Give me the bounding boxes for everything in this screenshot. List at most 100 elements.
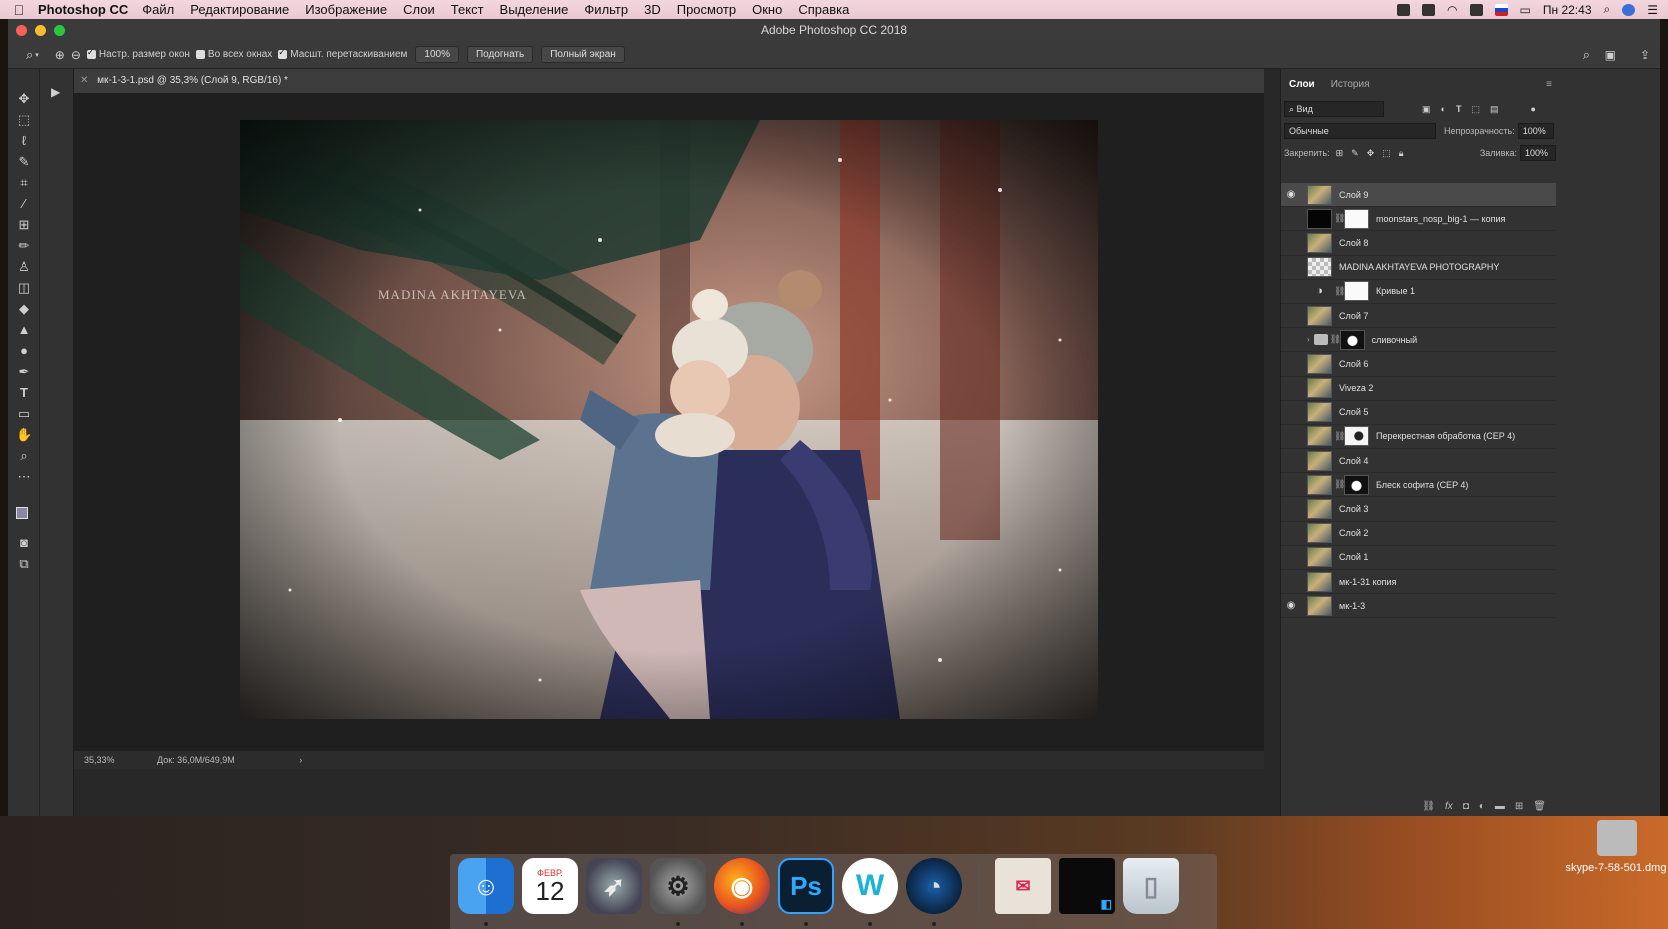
trash-icon[interactable]: 🗑︎: [1533, 801, 1546, 812]
apple-icon[interactable]: : [0, 2, 38, 18]
photo-canvas[interactable]: MADINA AKHTAYEVA: [240, 120, 1098, 719]
fit-windows-checkbox[interactable]: [86, 47, 96, 59]
photoshop-icon[interactable]: Ps: [778, 858, 834, 914]
calendar-icon[interactable]: ФЕВР. 12: [522, 858, 578, 914]
menu-edit[interactable]: Редактирование: [190, 2, 289, 17]
layer-row[interactable]: ⛓ Блеск софита (CEP 4): [1281, 473, 1556, 498]
lock-artboard-icon[interactable]: ⬚: [1382, 148, 1391, 159]
zoom-out-icon[interactable]: ⊖: [71, 48, 81, 62]
lock-transparent-icon[interactable]: ⊞: [1336, 148, 1344, 159]
eraser-tool-icon[interactable]: ◫: [16, 280, 32, 296]
trash-can-icon[interactable]: ▯: [1123, 858, 1179, 914]
launchpad-rocket-icon[interactable]: ➶: [586, 858, 642, 914]
system-preferences-gear-icon[interactable]: ⚙: [650, 858, 706, 914]
layer-row[interactable]: ⛓ Перекрестная обработка (CEP 4): [1281, 425, 1556, 450]
blur-tool-icon[interactable]: ▲: [16, 322, 32, 338]
downloads-stack-icon[interactable]: ✉: [995, 858, 1051, 914]
layer-row[interactable]: мк-1-31 копия: [1281, 570, 1556, 595]
notification-center-icon[interactable]: ☰: [1647, 3, 1658, 17]
share-icon[interactable]: ⇪: [1640, 48, 1650, 62]
visibility-eye-icon[interactable]: ◉: [1281, 600, 1301, 611]
marquee-tool-icon[interactable]: ⬚: [16, 112, 32, 128]
panel-menu-icon[interactable]: ≡: [1546, 79, 1556, 90]
filter-type-icon[interactable]: T: [1456, 104, 1462, 114]
zoom-100-button[interactable]: 100%: [415, 46, 459, 63]
layer-row[interactable]: Слой 6: [1281, 352, 1556, 377]
fill-input[interactable]: 100%: [1520, 145, 1556, 161]
layer-row[interactable]: Слой 7: [1281, 304, 1556, 329]
w-app-icon[interactable]: W: [842, 858, 898, 914]
blend-mode-select[interactable]: Обычные: [1284, 123, 1436, 139]
finder-icon[interactable]: ☺: [458, 858, 514, 914]
document-tab[interactable]: ✕ мк-1-3-1.psd @ 35,3% (Слой 9, RGB/16) …: [74, 69, 1264, 93]
screen-mode-icon[interactable]: ⧉: [16, 556, 32, 572]
pen-tool-icon[interactable]: ✒: [16, 364, 32, 380]
language-flag-icon[interactable]: [1494, 3, 1508, 16]
tab-layers[interactable]: Слои: [1281, 79, 1323, 90]
chevron-down-icon[interactable]: ▾: [35, 51, 39, 59]
mask-link-icon[interactable]: ⛓: [1334, 286, 1345, 297]
zoom-tool-icon[interactable]: ⌕: [26, 47, 33, 63]
layer-row[interactable]: ⛓ moonstars_nosp_big-1 — копия: [1281, 207, 1556, 232]
link-layers-icon[interactable]: ⛓: [1422, 801, 1435, 812]
shape-tool-icon[interactable]: ▭: [16, 406, 32, 422]
filter-shape-icon[interactable]: ⬚: [1471, 104, 1480, 115]
lock-position-icon[interactable]: ✥: [1367, 148, 1375, 159]
layer-row[interactable]: ◉ Слой 9: [1281, 183, 1556, 208]
dmg-file-label[interactable]: skype-7-58-501.dmg: [1562, 862, 1668, 875]
new-layer-icon[interactable]: ⊞: [1515, 801, 1523, 812]
move-tool-icon[interactable]: ✥: [16, 91, 32, 107]
gradient-tool-icon[interactable]: ◆: [16, 301, 32, 317]
close-tab-icon[interactable]: ✕: [80, 75, 88, 86]
expand-group-chevron-icon[interactable]: ›: [1307, 335, 1310, 344]
creative-cloud-icon[interactable]: [1422, 3, 1436, 16]
mask-link-icon[interactable]: ⛓: [1334, 479, 1345, 490]
scrubby-zoom-checkbox[interactable]: [278, 47, 288, 59]
layer-filter-select[interactable]: ⌕ Вид: [1284, 101, 1384, 117]
airplay-icon[interactable]: [1469, 3, 1483, 16]
menu-window[interactable]: Окно: [752, 2, 782, 17]
layer-row[interactable]: Viveza 2: [1281, 377, 1556, 401]
spotlight-icon[interactable]: ⌕: [1604, 2, 1611, 17]
filter-toggle-icon[interactable]: ●: [1530, 104, 1535, 114]
fit-screen-button[interactable]: Подогнать: [466, 46, 534, 63]
layer-row[interactable]: MADINA AKHTAYEVA PHOTOGRAPHY: [1281, 256, 1556, 280]
menu-help[interactable]: Справка: [798, 2, 849, 17]
layer-style-fx-icon[interactable]: fx: [1445, 801, 1453, 812]
zoom-level[interactable]: 35,33%: [84, 755, 115, 765]
layer-row[interactable]: ◉ мк-1-3: [1281, 594, 1556, 619]
quick-mask-icon[interactable]: ◙: [16, 535, 32, 551]
search-icon[interactable]: ⌕: [1583, 47, 1590, 63]
zoom-tool-icon[interactable]: ⌕: [16, 448, 32, 464]
layer-row[interactable]: ◑ ⛓ Кривые 1: [1281, 280, 1556, 304]
crop-tool-icon[interactable]: ⌗: [16, 175, 32, 191]
firefox-icon[interactable]: ◉: [714, 858, 770, 914]
filter-pixel-icon[interactable]: ▣: [1422, 104, 1431, 115]
mask-link-icon[interactable]: ⛓: [1334, 431, 1345, 442]
lock-all-icon[interactable]: 🔒︎: [1399, 148, 1404, 159]
quick-select-tool-icon[interactable]: ✎: [16, 154, 32, 170]
eyedropper-tool-icon[interactable]: ⁄: [16, 196, 32, 212]
opacity-input[interactable]: 100%: [1517, 123, 1554, 139]
new-adjustment-layer-icon[interactable]: ◐: [1479, 801, 1485, 812]
app-menu[interactable]: Photoshop CC: [38, 2, 128, 17]
play-icon[interactable]: ▶: [51, 85, 60, 99]
all-windows-checkbox[interactable]: [195, 50, 205, 59]
new-group-icon[interactable]: ▬: [1495, 801, 1505, 812]
workspace-icon[interactable]: ▣: [1605, 48, 1616, 62]
quicktime-icon[interactable]: ◔: [906, 858, 962, 914]
wifi-icon[interactable]: ◠: [1447, 3, 1457, 17]
maximize-button[interactable]: [54, 25, 65, 36]
foreground-color-swatch[interactable]: [16, 507, 28, 519]
zoom-in-icon[interactable]: ⊕: [55, 48, 65, 62]
mask-link-icon[interactable]: ⛓: [1330, 334, 1341, 345]
menu-select[interactable]: Выделение: [500, 2, 569, 17]
menu-type[interactable]: Текст: [451, 2, 484, 17]
menu-3d[interactable]: 3D: [644, 2, 661, 17]
clock[interactable]: Пн 22:43: [1543, 3, 1592, 17]
record-icon[interactable]: [1397, 3, 1411, 16]
dodge-tool-icon[interactable]: ●: [16, 343, 32, 359]
type-tool-icon[interactable]: T: [16, 385, 32, 401]
canvas-area[interactable]: MADINA AKHTAYEVA: [74, 93, 1264, 751]
layer-row[interactable]: Слой 8: [1281, 231, 1556, 256]
